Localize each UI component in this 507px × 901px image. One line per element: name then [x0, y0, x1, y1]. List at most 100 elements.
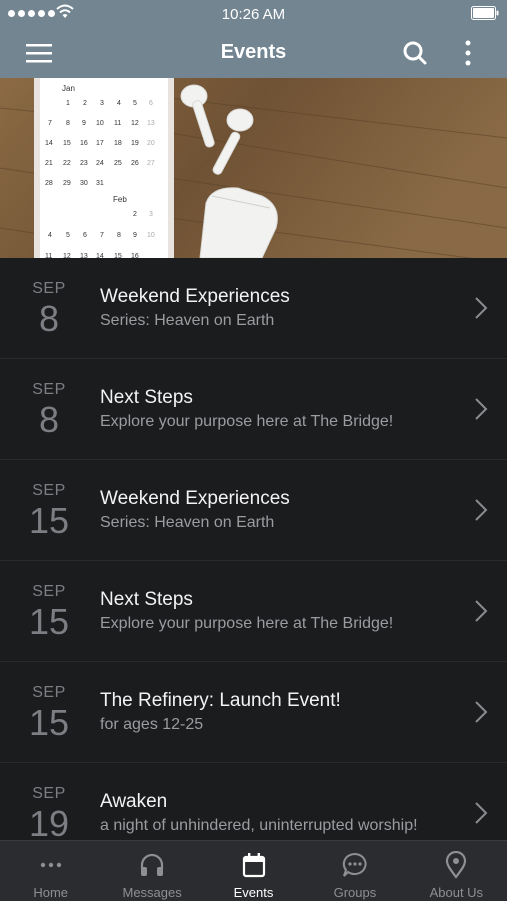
svg-text:22: 22 [63, 160, 71, 167]
event-list: SEP 8 Weekend Experiences Series: Heaven… [0, 258, 507, 840]
tab-groups[interactable]: Groups [304, 841, 405, 901]
svg-text:10: 10 [96, 120, 104, 127]
svg-text:25: 25 [114, 160, 122, 167]
tab-about-us[interactable]: About Us [406, 841, 507, 901]
event-day: 19 [28, 803, 70, 840]
event-month: SEP [32, 583, 66, 600]
svg-text:10: 10 [147, 232, 155, 239]
event-title: Weekend Experiences [100, 488, 290, 509]
svg-text:12: 12 [131, 120, 139, 127]
event-title: The Refinery: Launch Event! [100, 690, 341, 711]
svg-text:4: 4 [48, 232, 52, 239]
page-title: Events [220, 41, 287, 63]
battery-icon [471, 6, 499, 20]
svg-text:13: 13 [147, 120, 155, 127]
calendar-icon [242, 853, 265, 878]
event-subtitle: for ages 12-25 [100, 716, 204, 733]
event-month: SEP [32, 482, 66, 499]
tab-home[interactable]: Home [0, 841, 101, 901]
status-bar: 10:26 AM [0, 0, 507, 28]
more-options-icon[interactable] [458, 37, 478, 69]
svg-text:23: 23 [80, 160, 88, 167]
event-row[interactable]: SEP 15 Next Steps Explore your purpose h… [0, 561, 507, 662]
event-row[interactable]: SEP 8 Next Steps Explore your purpose he… [0, 359, 507, 460]
dots-icon [40, 862, 61, 868]
event-row[interactable]: SEP 15 Weekend Experiences Series: Heave… [0, 460, 507, 561]
chevron-right-icon [475, 297, 488, 319]
tab-messages[interactable]: Messages [101, 841, 202, 901]
svg-text:3: 3 [100, 100, 104, 107]
event-day: 15 [28, 601, 70, 642]
chevron-right-icon [475, 499, 488, 521]
event-day: 15 [28, 702, 70, 743]
event-subtitle: Explore your purpose here at The Bridge! [100, 615, 394, 632]
svg-text:19: 19 [131, 140, 139, 147]
svg-text:18: 18 [114, 140, 122, 147]
tab-label: Events [233, 885, 274, 900]
calendar-month-feb: Feb [113, 195, 127, 204]
svg-text:7: 7 [100, 232, 104, 239]
chevron-right-icon [475, 802, 488, 824]
svg-text:5: 5 [66, 232, 70, 239]
svg-text:8: 8 [66, 120, 70, 127]
svg-text:6: 6 [83, 232, 87, 239]
svg-text:24: 24 [96, 160, 104, 167]
event-row[interactable]: SEP 19 Awaken a night of unhindered, uni… [0, 763, 507, 840]
svg-text:8: 8 [117, 232, 121, 239]
svg-text:28: 28 [45, 180, 53, 187]
event-title: Weekend Experiences [100, 286, 290, 307]
chevron-right-icon [475, 398, 488, 420]
event-row[interactable]: SEP 8 Weekend Experiences Series: Heaven… [0, 258, 507, 359]
event-month: SEP [32, 785, 66, 802]
calendar-month-jan: Jan [62, 84, 75, 93]
svg-text:31: 31 [96, 180, 104, 187]
svg-text:4: 4 [117, 100, 121, 107]
svg-text:6: 6 [149, 100, 153, 107]
svg-text:1: 1 [66, 100, 70, 107]
event-subtitle: Series: Heaven on Earth [100, 312, 275, 329]
event-month: SEP [32, 381, 66, 398]
event-title: Next Steps [100, 387, 193, 408]
tab-events[interactable]: Events [203, 841, 304, 901]
svg-text:2: 2 [133, 211, 137, 218]
event-subtitle: Series: Heaven on Earth [100, 514, 275, 531]
tab-label: Home [33, 885, 69, 900]
svg-text:26: 26 [131, 160, 139, 167]
tab-label: Messages [122, 885, 182, 900]
event-title: Next Steps [100, 589, 193, 610]
event-day: 15 [28, 500, 70, 541]
svg-text:20: 20 [147, 140, 155, 147]
status-time: 10:26 AM [221, 6, 286, 23]
tab-bar: Home Messages Events Groups About Us [0, 840, 507, 901]
event-row[interactable]: SEP 15 The Refinery: Launch Event! for a… [0, 662, 507, 763]
svg-text:3: 3 [149, 211, 153, 218]
event-subtitle: a night of unhindered, uninterrupted wor… [100, 817, 418, 834]
svg-text:9: 9 [82, 120, 86, 127]
headphones-icon [141, 853, 164, 876]
svg-text:27: 27 [147, 160, 155, 167]
svg-text:2: 2 [83, 100, 87, 107]
tab-label: Groups [333, 885, 377, 900]
tab-label: About Us [429, 885, 484, 900]
hero-illustration: Jan Feb 123456 7 8 9 10 11 12 13 14 15 16 17 18 19 2… [0, 78, 507, 258]
svg-text:30: 30 [80, 180, 88, 187]
svg-text:14: 14 [45, 140, 53, 147]
svg-text:21: 21 [45, 160, 53, 167]
svg-text:15: 15 [63, 140, 71, 147]
hero-image: Jan Feb 123456 7 8 9 10 11 12 13 14 15 16 17 18 19 2… [0, 78, 507, 258]
nav-bar: Events [0, 28, 507, 78]
svg-text:16: 16 [80, 140, 88, 147]
svg-text:9: 9 [133, 232, 137, 239]
svg-text:7: 7 [48, 120, 52, 127]
event-day: 8 [38, 298, 60, 339]
chevron-right-icon [475, 701, 488, 723]
event-title: Awaken [100, 791, 168, 812]
event-subtitle: Explore your purpose here at The Bridge! [100, 413, 394, 430]
event-day: 8 [38, 399, 60, 440]
svg-text:11: 11 [114, 120, 121, 127]
chat-bubble-icon [342, 852, 367, 877]
event-month: SEP [32, 684, 66, 701]
svg-text:5: 5 [133, 100, 137, 107]
location-pin-icon [446, 851, 467, 879]
search-icon[interactable] [400, 38, 430, 68]
